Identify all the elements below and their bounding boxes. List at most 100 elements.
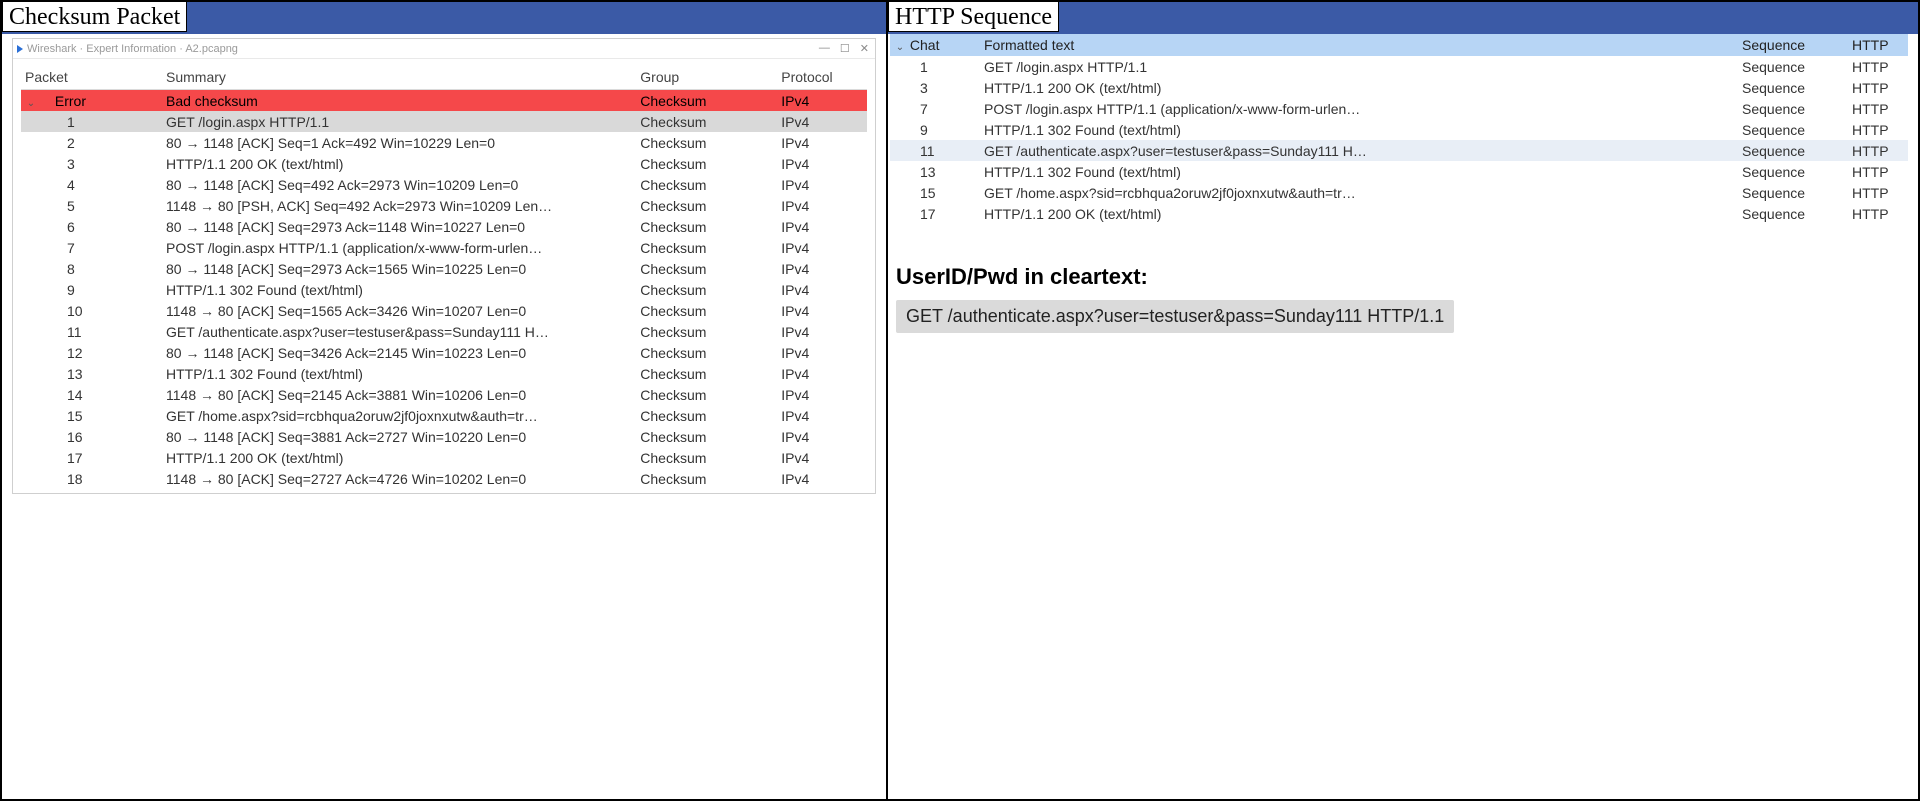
packet-table-header[interactable]: Packet Summary Group Protocol <box>21 65 867 90</box>
cell-summary: 80 → 1148 [ACK] Seq=3881 Ack=2727 Win=10… <box>162 426 636 447</box>
cell-group: Checksum <box>636 153 777 174</box>
error-summary: Bad checksum <box>162 90 636 112</box>
table-row[interactable]: 280 → 1148 [ACK] Seq=1 Ack=492 Win=10229… <box>21 132 867 153</box>
cell-packet-number: 1 <box>21 111 162 132</box>
cell-group: Checksum <box>636 300 777 321</box>
cell-group: Checksum <box>636 426 777 447</box>
packet-error-row[interactable]: ⌄ Error Bad checksum Checksum IPv4 <box>21 90 867 112</box>
table-row[interactable]: 11GET /authenticate.aspx?user=testuser&p… <box>21 321 867 342</box>
table-row[interactable]: 1GET /login.aspx HTTP/1.1ChecksumIPv4 <box>21 111 867 132</box>
cell-packet-number: 11 <box>21 321 162 342</box>
http-sequence-pane: HTTP Sequence ⌄ Chat Formatted text Sequ… <box>888 2 1920 799</box>
cell-packet-number: 10 <box>21 300 162 321</box>
table-row[interactable]: 7POST /login.aspx HTTP/1.1 (application/… <box>890 98 1908 119</box>
cell-http: HTTP <box>1848 56 1908 77</box>
cell-protocol: IPv4 <box>777 153 867 174</box>
col-group[interactable]: Group <box>636 65 777 90</box>
cell-group: Checksum <box>636 468 777 489</box>
window-minimize-button[interactable]: — <box>819 42 830 55</box>
http-table-header[interactable]: ⌄ Chat Formatted text Sequence HTTP <box>890 34 1908 56</box>
cell-formatted-text: GET /login.aspx HTTP/1.1 <box>980 56 1738 77</box>
cell-formatted-text: GET /home.aspx?sid=rcbhqua2oruw2jf0joxnx… <box>980 182 1738 203</box>
error-group: Checksum <box>636 90 777 112</box>
table-row[interactable]: 9HTTP/1.1 302 Found (text/html)SequenceH… <box>890 119 1908 140</box>
error-label: Error <box>55 93 86 109</box>
left-pane-header: Checksum Packet <box>2 2 886 34</box>
table-row[interactable]: 15GET /home.aspx?sid=rcbhqua2oruw2jf0jox… <box>21 405 867 426</box>
table-row[interactable]: 480 → 1148 [ACK] Seq=492 Ack=2973 Win=10… <box>21 174 867 195</box>
cell-protocol: IPv4 <box>777 111 867 132</box>
window-close-button[interactable]: ✕ <box>860 42 869 55</box>
credentials-heading: UserID/Pwd in cleartext: <box>896 264 1908 290</box>
cell-packet-number: 2 <box>21 132 162 153</box>
table-row[interactable]: 101148 → 80 [ACK] Seq=1565 Ack=3426 Win=… <box>21 300 867 321</box>
cell-packet-number: 3 <box>21 153 162 174</box>
table-row[interactable]: 880 → 1148 [ACK] Seq=2973 Ack=1565 Win=1… <box>21 258 867 279</box>
cell-formatted-text: POST /login.aspx HTTP/1.1 (application/x… <box>980 98 1738 119</box>
cell-packet-number: 4 <box>21 174 162 195</box>
table-row[interactable]: 51148 → 80 [PSH, ACK] Seq=492 Ack=2973 W… <box>21 195 867 216</box>
cell-group: Checksum <box>636 363 777 384</box>
table-row[interactable]: 7POST /login.aspx HTTP/1.1 (application/… <box>21 237 867 258</box>
cell-packet-number: 18 <box>21 468 162 489</box>
cell-summary: 80 → 1148 [ACK] Seq=2973 Ack=1565 Win=10… <box>162 258 636 279</box>
table-row[interactable]: 3HTTP/1.1 200 OK (text/html)SequenceHTTP <box>890 77 1908 98</box>
http-table: ⌄ Chat Formatted text Sequence HTTP 1GET… <box>890 34 1908 224</box>
cell-packet-number: 7 <box>21 237 162 258</box>
cell-summary: 80 → 1148 [ACK] Seq=3426 Ack=2145 Win=10… <box>162 342 636 363</box>
cell-protocol: IPv4 <box>777 132 867 153</box>
table-row[interactable]: 17HTTP/1.1 200 OK (text/html)ChecksumIPv… <box>21 447 867 468</box>
cell-sequence: Sequence <box>1738 77 1848 98</box>
cell-group: Checksum <box>636 195 777 216</box>
credentials-cleartext: GET /authenticate.aspx?user=testuser&pas… <box>896 300 1454 333</box>
table-row[interactable]: 3HTTP/1.1 200 OK (text/html)ChecksumIPv4 <box>21 153 867 174</box>
cell-packet-number: 6 <box>21 216 162 237</box>
chevron-down-icon[interactable]: ⌄ <box>25 98 37 109</box>
cell-http: HTTP <box>1848 182 1908 203</box>
col-http[interactable]: HTTP <box>1848 34 1908 56</box>
table-row[interactable]: 13HTTP/1.1 302 Found (text/html)Checksum… <box>21 363 867 384</box>
wireshark-window: Wireshark · Expert Information · A2.pcap… <box>12 38 876 494</box>
cell-chat-number: 9 <box>890 119 980 140</box>
col-sequence[interactable]: Sequence <box>1738 34 1848 56</box>
cell-group: Checksum <box>636 321 777 342</box>
cell-http: HTTP <box>1848 119 1908 140</box>
cell-group: Checksum <box>636 111 777 132</box>
checksum-packet-pane: Checksum Packet Wireshark · Expert Infor… <box>0 2 888 799</box>
cell-packet-number: 12 <box>21 342 162 363</box>
table-row[interactable]: 680 → 1148 [ACK] Seq=2973 Ack=1148 Win=1… <box>21 216 867 237</box>
table-row[interactable]: 181148 → 80 [ACK] Seq=2727 Ack=4726 Win=… <box>21 468 867 489</box>
table-row[interactable]: 17HTTP/1.1 200 OK (text/html)SequenceHTT… <box>890 203 1908 224</box>
table-row[interactable]: 141148 → 80 [ACK] Seq=2145 Ack=3881 Win=… <box>21 384 867 405</box>
left-pane-title: Checksum Packet <box>2 2 187 32</box>
table-row[interactable]: 11GET /authenticate.aspx?user=testuser&p… <box>890 140 1908 161</box>
table-row[interactable]: 1680 → 1148 [ACK] Seq=3881 Ack=2727 Win=… <box>21 426 867 447</box>
cell-chat-number: 15 <box>890 182 980 203</box>
cell-group: Checksum <box>636 237 777 258</box>
cell-protocol: IPv4 <box>777 258 867 279</box>
window-maximize-button[interactable]: ☐ <box>840 42 850 55</box>
cell-protocol: IPv4 <box>777 195 867 216</box>
right-pane-header: HTTP Sequence <box>888 2 1918 34</box>
cell-http: HTTP <box>1848 98 1908 119</box>
table-row[interactable]: 15GET /home.aspx?sid=rcbhqua2oruw2jf0jox… <box>890 182 1908 203</box>
cell-packet-number: 8 <box>21 258 162 279</box>
table-row[interactable]: 1280 → 1148 [ACK] Seq=3426 Ack=2145 Win=… <box>21 342 867 363</box>
cell-chat-number: 13 <box>890 161 980 182</box>
cell-chat-number: 1 <box>890 56 980 77</box>
wireshark-titlebar[interactable]: Wireshark · Expert Information · A2.pcap… <box>13 39 875 59</box>
col-formatted-text[interactable]: Formatted text <box>980 34 1738 56</box>
col-packet[interactable]: Packet <box>21 65 162 90</box>
right-pane-title: HTTP Sequence <box>888 2 1059 32</box>
cell-http: HTTP <box>1848 77 1908 98</box>
table-row[interactable]: 13HTTP/1.1 302 Found (text/html)Sequence… <box>890 161 1908 182</box>
error-protocol: IPv4 <box>777 90 867 112</box>
col-protocol[interactable]: Protocol <box>777 65 867 90</box>
table-row[interactable]: 9HTTP/1.1 302 Found (text/html)ChecksumI… <box>21 279 867 300</box>
cell-packet-number: 13 <box>21 363 162 384</box>
chevron-down-icon[interactable]: ⌄ <box>894 42 906 53</box>
col-summary[interactable]: Summary <box>162 65 636 90</box>
cell-sequence: Sequence <box>1738 98 1848 119</box>
cell-formatted-text: HTTP/1.1 302 Found (text/html) <box>980 161 1738 182</box>
table-row[interactable]: 1GET /login.aspx HTTP/1.1SequenceHTTP <box>890 56 1908 77</box>
